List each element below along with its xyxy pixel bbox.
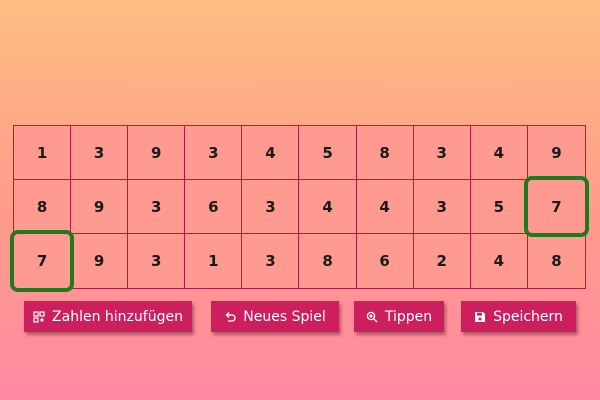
grid-cell[interactable]: 2 [414, 234, 471, 288]
grid-cell[interactable]: 3 [413, 180, 471, 234]
grid-cell[interactable]: 9 [527, 126, 585, 180]
grid-cell[interactable]: 3 [413, 126, 471, 180]
save-button[interactable]: Speichern [461, 301, 576, 332]
search-icon [366, 311, 378, 323]
grid-cell[interactable]: 7 [523, 176, 590, 237]
grid-cell[interactable]: 3 [128, 234, 186, 288]
grid-cell[interactable]: 1 [14, 126, 72, 180]
toolbar: Zahlen hinzufügen Neues Spiel Tippen Spe… [0, 301, 600, 333]
grid-cell[interactable]: 8 [299, 234, 357, 288]
grid-cell[interactable]: 8 [14, 180, 72, 234]
grid-cell[interactable]: 3 [185, 126, 243, 180]
grid-cell[interactable]: 1 [185, 234, 243, 288]
grid-cell[interactable]: 4 [299, 180, 357, 234]
grid-cell[interactable]: 9 [71, 180, 129, 234]
grid-cell[interactable]: 3 [71, 126, 129, 180]
grid-cell[interactable]: 3 [242, 180, 300, 234]
grid-plus-icon [33, 310, 45, 323]
save-label: Speichern [493, 308, 563, 325]
grid-cell[interactable]: 7 [9, 230, 75, 292]
grid-cell[interactable]: 6 [357, 234, 414, 288]
hint-button[interactable]: Tippen [354, 301, 444, 332]
grid-cell[interactable]: 9 [71, 234, 129, 288]
new-game-button[interactable]: Neues Spiel [211, 301, 339, 332]
grid-cell[interactable]: 4 [470, 126, 528, 180]
grid-cell[interactable]: 4 [356, 180, 414, 234]
grid-cell[interactable]: 3 [128, 180, 186, 234]
add-numbers-label: Zahlen hinzufügen [52, 308, 183, 325]
new-game-label: Neues Spiel [243, 308, 326, 325]
grid-cell[interactable]: 8 [356, 126, 414, 180]
grid-cell[interactable]: 4 [242, 126, 300, 180]
grid-cell[interactable]: 5 [299, 126, 357, 180]
grid-cell[interactable]: 8 [528, 234, 585, 288]
grid-cell[interactable]: 4 [471, 234, 528, 288]
hint-label: Tippen [384, 308, 433, 325]
undo-arrow-icon [224, 311, 236, 323]
save-icon [474, 311, 486, 323]
number-grid: 139345834989363443577931386248 [9, 125, 590, 292]
grid-cell[interactable]: 3 [242, 234, 300, 288]
add-numbers-button[interactable]: Zahlen hinzufügen [24, 301, 192, 332]
grid-cell[interactable]: 9 [128, 126, 186, 180]
grid-cell[interactable]: 5 [470, 180, 528, 234]
grid-cell[interactable]: 6 [185, 180, 243, 234]
